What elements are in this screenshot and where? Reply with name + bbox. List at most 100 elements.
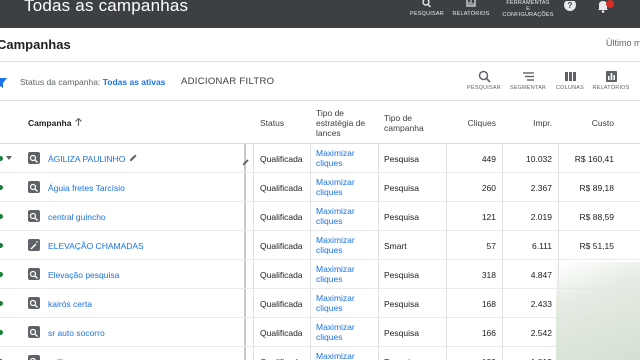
campaign-type-cell: Smart	[384, 240, 407, 251]
table-row[interactable]: yalfim Qualificada Maximizar cliques Pesqui…	[0, 347, 640, 360]
campaign-name-link[interactable]: kairós certa	[48, 289, 238, 318]
date-range-selector[interactable]: Último m	[606, 38, 640, 48]
search-campaign-icon	[28, 181, 40, 193]
campaign-type-cell: Pesquisa	[384, 153, 419, 164]
status-enabled-icon[interactable]	[0, 330, 3, 335]
column-header-status[interactable]: Status	[260, 101, 308, 145]
status-cell: Qualificada	[260, 211, 303, 222]
campaign-name-link[interactable]: ÁGILIZA PAULINHO	[48, 144, 238, 173]
bid-strategy-link[interactable]: Maximizar cliques	[316, 231, 376, 260]
column-header-cost[interactable]: Custo	[558, 101, 614, 145]
table-row[interactable]: sr auto socorro Qualificada Maximizar cliq…	[0, 318, 640, 347]
search-tool-button[interactable]: PESQUISAR	[464, 70, 504, 91]
bid-strategy-link[interactable]: Maximizar cliques	[316, 173, 376, 202]
video-overlay	[556, 262, 640, 360]
columns-tool-button[interactable]: COLUNAS	[550, 70, 590, 91]
column-header-campaign-type[interactable]: Tipo de campanha	[384, 101, 440, 145]
clicks-cell: 166	[481, 327, 496, 338]
status-cell: Qualificada	[260, 182, 303, 193]
status-enabled-icon[interactable]	[0, 185, 3, 190]
bid-strategy-link[interactable]: Maximizar cliques	[316, 347, 376, 360]
bid-strategy-link[interactable]: Maximizar cliques	[316, 289, 376, 318]
page-header: Campanhas Último m	[0, 28, 640, 62]
table-row[interactable]: kairós certa Qualificada Maximizar cliques…	[0, 289, 640, 318]
help-icon[interactable]: ?	[563, 0, 577, 12]
status-cell: Qualificada	[260, 298, 303, 309]
column-header-bid-strategy[interactable]: Tipo de estratégia de lances	[316, 101, 376, 145]
svg-text:?: ?	[568, 1, 573, 10]
search-campaign-icon	[28, 297, 40, 309]
campaign-header-label: Campanha	[28, 118, 72, 128]
status-cell: Qualificada	[260, 327, 303, 338]
table-row[interactable]: Elevação pesquisa Qualificada Maximizar cl…	[0, 260, 640, 289]
impressions-cell: 1.813	[502, 347, 552, 360]
bid-strategy-link[interactable]: Maximizar cliques	[316, 260, 376, 289]
filter-value: Todas as ativas	[102, 77, 166, 87]
reports-tool-button[interactable]: RELATÓRIOS	[591, 70, 631, 91]
sort-arrow-up-icon	[75, 117, 83, 128]
status-enabled-icon[interactable]	[0, 301, 3, 306]
add-filter-button[interactable]: ADICIONAR FILTRO	[181, 76, 274, 87]
campaign-name-link[interactable]: central guincho	[48, 202, 238, 231]
campaign-name: ELEVAÇÃO CHAMADAS	[48, 240, 144, 251]
clicks-cell: 449	[481, 153, 496, 164]
table-row[interactable]: Águia fretes Tarcísio Qualificada Maximiza…	[0, 173, 640, 202]
tools-label-line3: CONFIGURAÇÕES	[502, 12, 554, 18]
bid-strategy-link[interactable]: Maximizar cliques	[316, 202, 376, 231]
table-row[interactable]: central guincho Qualificada Maximizar cliq…	[0, 202, 640, 231]
status-enabled-icon[interactable]	[0, 214, 3, 219]
edit-pencil-icon[interactable]	[242, 153, 250, 171]
search-campaign-icon	[28, 268, 40, 280]
column-header-impressions[interactable]: Impr.	[502, 101, 552, 145]
clicks-cell: 121	[481, 211, 496, 222]
cost-cell: R$ 51,15	[579, 240, 615, 251]
campaign-name: Elevação pesquisa	[48, 269, 120, 280]
campaign-name-link[interactable]: sr auto socorro	[48, 318, 238, 347]
topbar-search-button[interactable]: PESQUISAR	[410, 0, 444, 28]
campaign-name-link[interactable]: yalfim	[48, 347, 238, 360]
filter-label: Status da campanha:	[20, 77, 101, 87]
status-enabled-icon[interactable]	[0, 156, 3, 161]
reports-icon	[452, 0, 490, 10]
impressions-cell: 6.111	[531, 240, 552, 251]
topbar-tools-button[interactable]: FERRAMENTAS E CONFIGURAÇÕES	[500, 0, 556, 28]
table-row[interactable]: ELEVAÇÃO CHAMADAS Qualificada Maximizar cl…	[0, 231, 640, 260]
column-header-campaign[interactable]: Campanha	[28, 101, 228, 145]
campaign-name-link[interactable]: ELEVAÇÃO CHAMADAS	[48, 231, 238, 260]
filter-bar: Status da campanha: Todas as ativas ADIC…	[0, 62, 640, 100]
campaign-type-cell: Pesquisa	[384, 269, 419, 280]
campaign-type-cell: Pesquisa	[384, 347, 440, 360]
campaign-name: ÁGILIZA PAULINHO	[48, 153, 126, 164]
table-row[interactable]: ÁGILIZA PAULINHO Qualificada Maximizar cli…	[0, 144, 640, 173]
filter-icon[interactable]	[0, 75, 7, 93]
bid-strategy-link[interactable]: Maximizar cliques	[316, 318, 376, 347]
campaign-type-cell: Pesquisa	[384, 327, 419, 338]
search-campaign-icon	[28, 152, 40, 164]
edit-pencil-icon[interactable]	[129, 153, 138, 164]
campaign-name-link[interactable]: Águia fretes Tarcísio	[48, 173, 238, 202]
smart-campaign-icon	[28, 239, 40, 251]
segment-icon	[508, 70, 548, 83]
campaign-name: Águia fretes Tarcísio	[48, 182, 125, 193]
google-ads-campaigns-screen: Todas as campanhas PESQUISAR RELATÓRIOS …	[0, 0, 640, 360]
campaign-type-cell: Pesquisa	[384, 211, 419, 222]
search-campaign-icon	[28, 210, 40, 222]
segment-tool-button[interactable]: SEGMENTAR	[508, 70, 548, 91]
status-enabled-icon[interactable]	[0, 243, 3, 248]
column-header-clicks[interactable]: Cliques	[446, 101, 496, 145]
campaign-name-link[interactable]: Elevação pesquisa	[48, 260, 238, 289]
status-dropdown-icon[interactable]	[6, 156, 12, 160]
status-enabled-icon[interactable]	[0, 272, 3, 277]
notification-badge	[606, 0, 614, 8]
clicks-cell: 168	[481, 298, 496, 309]
campaign-status-filter[interactable]: Status da campanha: Todas as ativas	[20, 77, 165, 87]
topbar-reports-button[interactable]: RELATÓRIOS	[452, 0, 490, 28]
clicks-cell: 260	[481, 182, 496, 193]
search-icon	[410, 0, 442, 10]
campaign-name: sr auto socorro	[48, 327, 105, 338]
columns-icon	[550, 70, 590, 83]
campaign-name: yalfim	[48, 357, 70, 360]
app-title: Todas as campanhas	[24, 0, 189, 15]
status-cell: Qualificada	[260, 269, 303, 280]
bid-strategy-link[interactable]: Maximizar cliques	[316, 144, 376, 173]
